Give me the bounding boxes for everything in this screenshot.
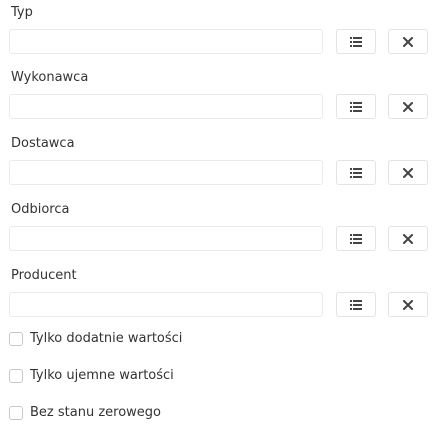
checkbox-row-only-negative[interactable]: Tylko ujemne wartości <box>9 368 174 384</box>
checkbox-row-no-zero-stock[interactable]: Bez stanu zerowego <box>9 405 161 421</box>
close-icon <box>403 299 413 310</box>
odbiorca-clear-button[interactable] <box>388 226 428 251</box>
list-icon <box>350 36 362 47</box>
field-label-wykonawca: Wykonawca <box>11 70 89 85</box>
typ-input[interactable] <box>9 29 323 54</box>
field-label-odbiorca: Odbiorca <box>11 202 70 217</box>
only-negative-label: Tylko ujemne wartości <box>30 368 174 383</box>
producent-clear-button[interactable] <box>388 292 428 317</box>
no-zero-stock-checkbox[interactable] <box>9 406 23 420</box>
close-icon <box>403 233 413 244</box>
field-label-dostawca: Dostawca <box>11 136 75 151</box>
field-label-typ: Typ <box>11 5 33 20</box>
wykonawca-list-button[interactable] <box>336 94 376 119</box>
typ-clear-button[interactable] <box>388 29 428 54</box>
field-label-producent: Producent <box>11 268 77 283</box>
typ-list-button[interactable] <box>336 29 376 54</box>
odbiorca-input[interactable] <box>9 226 323 251</box>
close-icon <box>403 36 413 47</box>
checkbox-row-only-positive[interactable]: Tylko dodatnie wartości <box>9 331 182 347</box>
producent-input[interactable] <box>9 292 323 317</box>
close-icon <box>403 101 413 112</box>
wykonawca-input[interactable] <box>9 94 323 119</box>
no-zero-stock-label: Bez stanu zerowego <box>30 405 161 420</box>
list-icon <box>350 101 362 112</box>
list-icon <box>350 167 362 178</box>
close-icon <box>403 167 413 178</box>
odbiorca-list-button[interactable] <box>336 226 376 251</box>
only-negative-checkbox[interactable] <box>9 369 23 383</box>
dostawca-input[interactable] <box>9 160 323 185</box>
wykonawca-clear-button[interactable] <box>388 94 428 119</box>
dostawca-list-button[interactable] <box>336 160 376 185</box>
list-icon <box>350 233 362 244</box>
only-positive-label: Tylko dodatnie wartości <box>30 331 183 346</box>
list-icon <box>350 299 362 310</box>
only-positive-checkbox[interactable] <box>9 332 23 346</box>
dostawca-clear-button[interactable] <box>388 160 428 185</box>
producent-list-button[interactable] <box>336 292 376 317</box>
